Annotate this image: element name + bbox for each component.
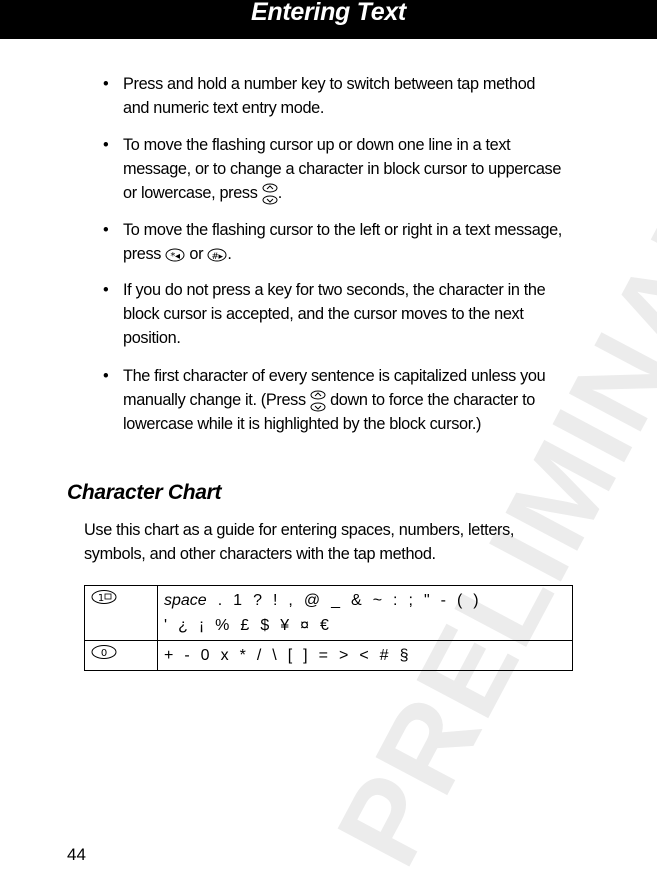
page-number: 44 (67, 845, 86, 864)
key-1-voicemail-icon: 1 (91, 590, 117, 604)
key-cell: 0 (84, 640, 158, 671)
character: + (164, 647, 174, 664)
character: € (320, 617, 329, 634)
character: & (351, 592, 362, 609)
svg-text:0: 0 (101, 648, 107, 659)
character: ' (164, 617, 168, 634)
character: @ (303, 592, 321, 609)
character: space (164, 592, 207, 609)
character: _ (331, 592, 341, 609)
character: < (359, 647, 369, 664)
character: ¤ (300, 617, 310, 634)
character: * (239, 647, 246, 664)
character: - (440, 592, 446, 609)
key-cell: 1 (84, 585, 158, 641)
svg-text:1: 1 (98, 593, 104, 604)
character: x (220, 647, 229, 664)
character: ¥ (280, 617, 290, 634)
character: ? (253, 592, 262, 609)
character: - (184, 647, 190, 664)
character-chart-table: 1 space. 1?!, @ _ & ~:; " -() ' ¿ ¡% £ $ ¥ ¤ € 0 + -0 x *… (84, 585, 573, 671)
character: \ (272, 647, 277, 664)
character: : (393, 592, 398, 609)
character: ! (272, 592, 278, 609)
character: § (399, 647, 409, 664)
nav-key-up-down-icon (262, 183, 278, 205)
character: , (288, 592, 293, 609)
bullet-item: • If you do not press a key for two seco… (103, 281, 546, 347)
page-header-title: Entering Text (251, 0, 406, 26)
bullet-item: • To move the flashing cursor to the lef… (103, 221, 562, 263)
preliminary-watermark: PRELIMINARY (312, 90, 657, 886)
character: ¡ (198, 617, 205, 634)
table-row: 1 space. 1?!, @ _ & ~:; " -() ' ¿ ¡% £ $ ¥ ¤ € (84, 585, 573, 641)
character: ] (303, 647, 308, 664)
character: # (379, 647, 389, 664)
character: [ (287, 647, 293, 664)
page-header: Entering Text (0, 0, 657, 39)
pound-key-icon: #▸ (207, 248, 227, 262)
character: $ (260, 617, 270, 634)
characters-cell: space. 1?!, @ _ & ~:; " -() ' ¿ ¡% £ $ ¥ ¤ € (157, 585, 573, 641)
character: ) (473, 592, 479, 609)
bullet-item: • To move the flashing cursor up or down… (103, 133, 563, 205)
character: ( (456, 592, 463, 609)
bullet-item: • The first character of every sentence … (103, 367, 546, 433)
nav-key-up-down-icon (310, 390, 326, 412)
character: £ (240, 617, 250, 634)
svg-text:#▸: #▸ (212, 252, 224, 262)
section-intro: Use this chart as a guide for entering s… (84, 521, 515, 563)
character: % (215, 617, 230, 634)
key-0-icon: 0 (91, 645, 117, 659)
character: ; (408, 592, 413, 609)
bullet-item: • Press and hold a number key to switch … (103, 75, 536, 117)
character: ¿ (178, 617, 188, 634)
section-heading: Character Chart (67, 481, 222, 504)
character: ~ (372, 592, 383, 609)
character: = (318, 647, 328, 664)
star-key-icon: *◂ (165, 248, 185, 262)
character: . (217, 592, 223, 609)
table-row: 0 + -0 x * / \[] = > < # § (84, 640, 573, 671)
characters-cell: + -0 x * / \ [] = > < # § (157, 640, 573, 671)
character: / (256, 647, 262, 664)
svg-text:*◂: *◂ (171, 251, 181, 262)
character: > (338, 647, 349, 664)
character: 1 (233, 592, 243, 609)
character: 0 (200, 647, 210, 664)
character: " (423, 592, 430, 609)
